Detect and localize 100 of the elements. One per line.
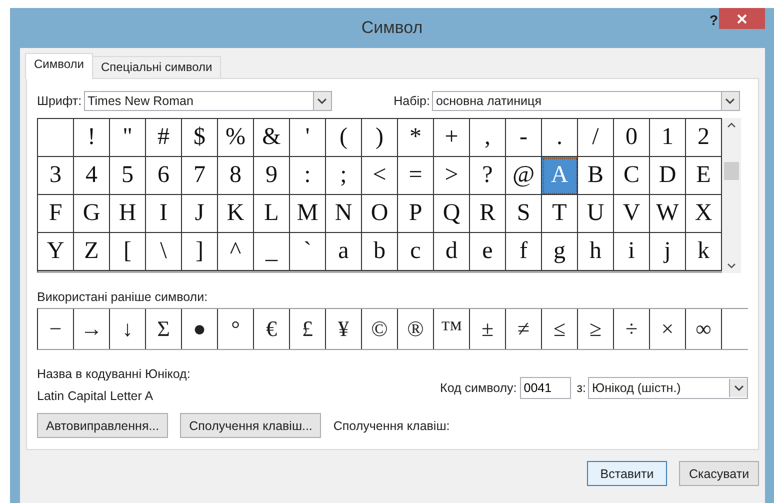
subset-dropdown[interactable]: основна латиниця bbox=[432, 91, 740, 111]
encoding-dropdown[interactable]: Юнікод (шістн.) bbox=[588, 377, 748, 399]
symbol-cell[interactable]: ± bbox=[470, 309, 506, 349]
symbol-cell[interactable]: ` bbox=[290, 233, 326, 271]
dropdown-button[interactable] bbox=[720, 92, 739, 110]
symbol-cell[interactable]: J bbox=[182, 195, 218, 233]
symbol-cell[interactable]: + bbox=[434, 119, 470, 157]
tab[interactable]: Спеціальні символи bbox=[92, 56, 222, 78]
symbol-cell[interactable]: T bbox=[542, 195, 578, 233]
scrollbar[interactable] bbox=[722, 118, 741, 273]
symbol-cell[interactable]: M bbox=[290, 195, 326, 233]
symbol-cell[interactable]: f bbox=[506, 233, 542, 271]
autocorrect-button[interactable]: Автовиправлення... bbox=[37, 413, 168, 438]
help-button[interactable]: ? bbox=[709, 12, 718, 28]
symbol-cell[interactable]: e bbox=[470, 233, 506, 271]
symbol-cell[interactable]: N bbox=[326, 195, 362, 233]
dropdown-button[interactable] bbox=[729, 379, 747, 397]
symbol-cell[interactable]: $ bbox=[182, 119, 218, 157]
symbol-cell[interactable]: L bbox=[254, 195, 290, 233]
symbol-cell[interactable]: K bbox=[218, 195, 254, 233]
symbol-cell[interactable]: 4 bbox=[74, 157, 110, 195]
symbol-cell[interactable]: ? bbox=[470, 157, 506, 195]
symbol-cell[interactable]: ! bbox=[74, 119, 110, 157]
symbol-cell[interactable]: £ bbox=[290, 309, 326, 349]
symbol-cell[interactable]: Z bbox=[74, 233, 110, 271]
symbol-cell[interactable]: ¥ bbox=[326, 309, 362, 349]
symbol-cell[interactable]: W bbox=[650, 195, 686, 233]
symbol-cell[interactable]: = bbox=[398, 157, 434, 195]
dropdown-button[interactable] bbox=[312, 92, 331, 110]
symbol-cell[interactable]: → bbox=[74, 309, 110, 349]
symbol-cell[interactable]: ≠ bbox=[506, 309, 542, 349]
symbol-cell[interactable]: V bbox=[614, 195, 650, 233]
symbol-cell[interactable]: × bbox=[650, 309, 686, 349]
symbol-cell[interactable]: a bbox=[326, 233, 362, 271]
symbol-cell[interactable]: , bbox=[470, 119, 506, 157]
symbol-cell[interactable]: c bbox=[398, 233, 434, 271]
symbol-cell[interactable]: Y bbox=[38, 233, 74, 271]
symbol-cell[interactable]: ™ bbox=[434, 309, 470, 349]
symbol-cell[interactable]: % bbox=[218, 119, 254, 157]
symbol-cell[interactable]: ( bbox=[326, 119, 362, 157]
symbol-cell[interactable]: > bbox=[434, 157, 470, 195]
symbol-cell[interactable]: [ bbox=[110, 233, 146, 271]
symbol-cell[interactable]: B bbox=[578, 157, 614, 195]
symbol-cell[interactable]: ] bbox=[182, 233, 218, 271]
symbol-cell[interactable]: € bbox=[254, 309, 290, 349]
symbol-cell[interactable]: 6 bbox=[146, 157, 182, 195]
symbol-cell[interactable]: ) bbox=[362, 119, 398, 157]
symbol-cell[interactable]: * bbox=[398, 119, 434, 157]
symbol-cell[interactable]: 7 bbox=[182, 157, 218, 195]
symbol-cell[interactable]: I bbox=[146, 195, 182, 233]
symbol-cell[interactable]: g bbox=[542, 233, 578, 271]
dialog-button[interactable]: Скасувати bbox=[679, 461, 759, 486]
symbol-cell[interactable]: R bbox=[470, 195, 506, 233]
symbol-cell[interactable]: h bbox=[578, 233, 614, 271]
symbol-cell[interactable]: " bbox=[110, 119, 146, 157]
shortcut-key-button[interactable]: Сполучення клавіш... bbox=[180, 413, 322, 438]
symbol-cell[interactable]: 5 bbox=[110, 157, 146, 195]
symbol-cell[interactable]: Q bbox=[434, 195, 470, 233]
symbol-cell[interactable]: d bbox=[434, 233, 470, 271]
symbol-cell[interactable]: & bbox=[254, 119, 290, 157]
symbol-cell[interactable]: 3 bbox=[38, 157, 74, 195]
symbol-cell[interactable]: ® bbox=[398, 309, 434, 349]
symbol-cell[interactable]: j bbox=[650, 233, 686, 271]
font-dropdown[interactable]: Times New Roman bbox=[84, 91, 332, 111]
symbol-cell[interactable]: ↓ bbox=[110, 309, 146, 349]
scrollbar-thumb[interactable] bbox=[724, 162, 739, 180]
symbol-cell[interactable]: O bbox=[362, 195, 398, 233]
symbol-cell[interactable]: / bbox=[578, 119, 614, 157]
symbol-cell[interactable]: − bbox=[38, 309, 74, 349]
symbol-cell[interactable]: # bbox=[146, 119, 182, 157]
dialog-button[interactable]: Вставити bbox=[587, 461, 667, 486]
symbol-cell[interactable] bbox=[38, 119, 74, 157]
symbol-cell[interactable]: 9 bbox=[254, 157, 290, 195]
symbol-cell[interactable]: C bbox=[614, 157, 650, 195]
symbol-cell[interactable]: ' bbox=[290, 119, 326, 157]
symbol-cell[interactable]: ° bbox=[218, 309, 254, 349]
symbol-cell[interactable]: b bbox=[362, 233, 398, 271]
symbol-cell[interactable]: 1 bbox=[650, 119, 686, 157]
symbol-cell[interactable]: i bbox=[614, 233, 650, 271]
symbol-cell[interactable]: ^ bbox=[218, 233, 254, 271]
symbol-cell[interactable]: ● bbox=[182, 309, 218, 349]
symbol-cell[interactable]: ≥ bbox=[578, 309, 614, 349]
symbol-cell[interactable]: S bbox=[506, 195, 542, 233]
symbol-cell[interactable]: ∞ bbox=[686, 309, 722, 349]
symbol-cell[interactable]: F bbox=[38, 195, 74, 233]
symbol-cell[interactable]: G bbox=[74, 195, 110, 233]
symbol-cell[interactable]: © bbox=[362, 309, 398, 349]
char-code-field[interactable]: 0041 bbox=[520, 377, 571, 399]
symbol-cell[interactable]: 0 bbox=[614, 119, 650, 157]
symbol-cell[interactable]: \ bbox=[146, 233, 182, 271]
symbol-cell[interactable]: < bbox=[362, 157, 398, 195]
symbol-cell[interactable]: P bbox=[398, 195, 434, 233]
symbol-cell[interactable]: ; bbox=[326, 157, 362, 195]
symbol-cell[interactable]: - bbox=[506, 119, 542, 157]
symbol-cell[interactable]: Σ bbox=[146, 309, 182, 349]
symbol-cell[interactable]: H bbox=[110, 195, 146, 233]
tab[interactable]: Символи bbox=[25, 53, 93, 79]
symbol-cell[interactable]: U bbox=[578, 195, 614, 233]
symbol-cell[interactable]: ÷ bbox=[614, 309, 650, 349]
close-button[interactable] bbox=[719, 8, 765, 29]
